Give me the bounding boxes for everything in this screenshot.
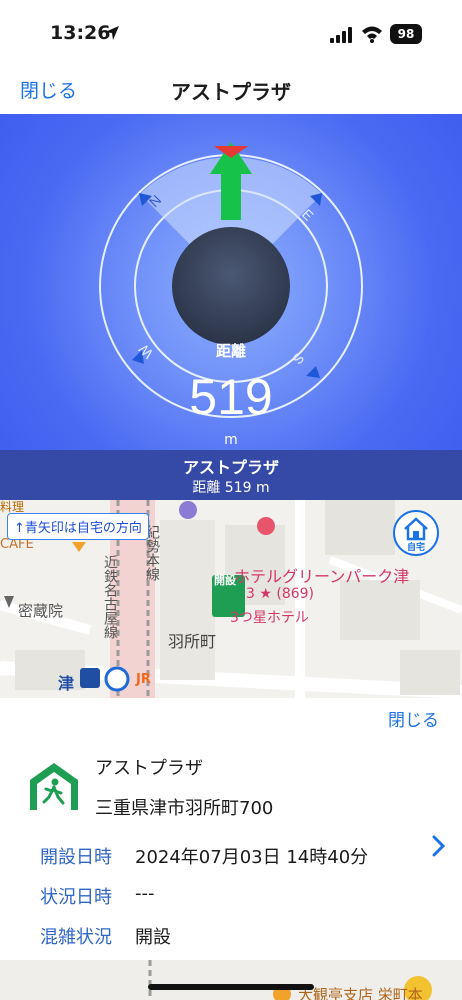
map-label-hotel-sub: 3つ星ホテル [230,610,309,626]
congestion-label: 混雑状況 [40,927,112,948]
compass-panel: N E S W 距離 519 m [0,114,462,450]
cardinal-s: S [290,350,308,368]
map-peek-label: 大観亭支店 栄町本 [298,986,423,1000]
home-indicator [148,984,314,990]
distance-label: 距離 [215,342,246,360]
chevron-right-icon[interactable] [432,835,446,857]
map-label-kintetsu-line: 近鉄名古屋線 [102,555,118,639]
status-bar: 13:26 98 [0,0,462,64]
destination-name: アストプラザ [182,458,279,477]
distance-unit: m [224,432,238,448]
map-label-rating: 3 ★ (869) [246,586,315,602]
distance-value: 519 [189,369,273,425]
battery-indicator: 98 [390,24,422,44]
map-label-hanedocho: 羽所町 [168,632,217,651]
status-time-value: --- [135,883,155,904]
destination-strip: アストプラザ 距離 519 m [0,450,462,500]
map-label-jr: JR [136,672,151,687]
status-time-label: 状況日時 [40,887,112,908]
tick-marker-se [306,366,320,378]
direction-hint-label: ↑青矢印は自宅の方向 [7,513,149,540]
map-pin-orange [72,542,86,552]
home-button[interactable]: 自宅 [393,510,439,556]
map-pin-pink [257,517,275,535]
map-label-tsu: 津 [58,674,75,693]
detail-sheet: 閉じる アストプラザ 三重県津市羽所町700 開設日時 2024年07月03日 … [0,698,462,960]
wifi-icon [362,26,382,43]
station-icon [104,666,130,692]
opened-at-label: 開設日時 [40,847,112,868]
map-label-mitsukura: 密蔵院 [18,602,64,620]
map-label-hotel: ホテルグリーンパーク津 [234,567,410,586]
map-pin-purple [179,501,197,519]
destination-distance: 距離 519 m [192,480,270,496]
navigation-bar: 閉じる アストプラザ [0,64,462,114]
status-time: 13:26 [50,22,111,44]
congestion-value: 開設 [135,927,171,948]
opened-at-value: 2024年07月03日 14時40分 [135,847,369,868]
cellular-signal-icon [330,27,352,43]
bus-icon [80,668,100,688]
evacuation-shelter-icon [30,763,78,810]
place-name: アストプラザ [95,758,203,779]
map-peek: 大観亭支店 栄町本 [0,960,462,1000]
place-address: 三重県津市羽所町700 [95,798,274,819]
home-button-label: 自宅 [406,543,425,553]
location-arrow-icon [105,26,119,40]
shelter-marker-badge: 開設 [214,574,236,587]
home-icon [404,517,428,541]
center-disc [172,227,290,345]
sheet-close-button[interactable]: 閉じる [388,706,439,731]
page-title: アストプラザ [171,80,291,104]
